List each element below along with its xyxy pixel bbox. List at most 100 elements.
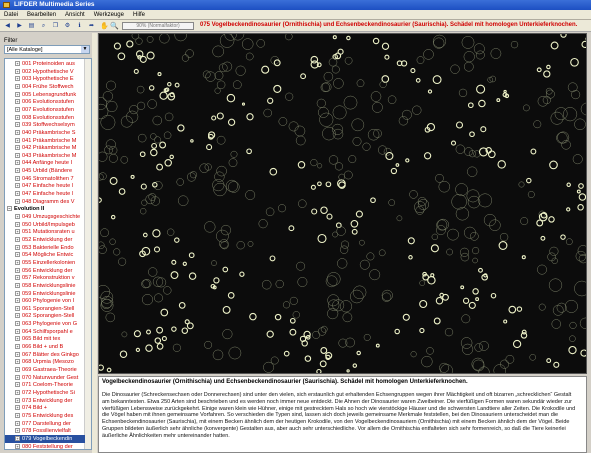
- expand-icon[interactable]: +: [15, 129, 20, 135]
- expand-icon[interactable]: +: [15, 137, 20, 143]
- expand-icon[interactable]: +: [15, 175, 20, 181]
- back-icon[interactable]: ◀: [3, 22, 12, 30]
- expand-icon[interactable]: +: [15, 275, 20, 281]
- tree-item-label: 002 Hypothetische V: [22, 68, 74, 75]
- tree-item-label: 057 Rekonstruktion v: [22, 275, 75, 282]
- tree-item-label: 072 Hypothetische Si: [22, 389, 75, 396]
- expand-icon[interactable]: +: [15, 106, 20, 112]
- expand-icon[interactable]: +: [15, 244, 20, 250]
- menu-werkzeuge[interactable]: Werkzeuge: [94, 10, 124, 19]
- tree-item-label: 052 Entwicklung der: [22, 236, 73, 243]
- copy-icon[interactable]: ❐: [51, 22, 60, 30]
- expand-icon[interactable]: +: [15, 412, 20, 418]
- splitter[interactable]: [92, 33, 97, 453]
- expand-icon[interactable]: +: [15, 443, 20, 449]
- expand-icon[interactable]: +: [15, 397, 20, 403]
- menu-hilfe[interactable]: Hilfe: [133, 10, 145, 19]
- image-title: 075 Vogelbeckendinosaurier (Ornithischia…: [200, 22, 578, 28]
- expand-icon[interactable]: +: [15, 290, 20, 296]
- collapse-icon[interactable]: −: [7, 206, 12, 212]
- expand-icon[interactable]: +: [15, 282, 20, 288]
- description-body: Die Dinosaurier (Schreckensechsen oder D…: [102, 392, 576, 439]
- tree-scrollbar[interactable]: [84, 59, 91, 449]
- menu-bearbeiten[interactable]: Bearbeiten: [27, 10, 56, 19]
- expand-icon[interactable]: +: [15, 267, 20, 273]
- expand-icon[interactable]: +: [15, 198, 20, 204]
- tree-item[interactable]: +080 Feststellung der: [5, 443, 85, 450]
- app-icon: [3, 2, 10, 8]
- expand-icon[interactable]: +: [15, 313, 20, 319]
- expand-icon[interactable]: +: [15, 122, 20, 128]
- expand-icon[interactable]: +: [15, 145, 20, 151]
- tree-item-label: 056 Entwicklung der: [22, 267, 73, 274]
- print-icon[interactable]: ▤: [27, 22, 36, 30]
- expand-icon[interactable]: +: [15, 389, 20, 395]
- expand-icon[interactable]: +: [15, 221, 20, 227]
- expand-icon[interactable]: +: [15, 114, 20, 120]
- tree-item-label: 066 Bild + und B: [22, 344, 64, 351]
- tree-item-label: 080 Feststellung der: [22, 443, 73, 450]
- tree-item-label: 046 Stromatolithen 7: [22, 175, 74, 182]
- expand-icon[interactable]: +: [15, 382, 20, 388]
- tree-item-label: 039 Stoffwechselsym: [22, 122, 75, 129]
- expand-icon[interactable]: +: [15, 428, 20, 434]
- expand-icon[interactable]: +: [15, 61, 20, 67]
- expand-icon[interactable]: +: [15, 298, 20, 304]
- expand-icon[interactable]: +: [15, 183, 20, 189]
- expand-icon[interactable]: +: [15, 420, 20, 426]
- expand-icon[interactable]: +: [15, 374, 20, 380]
- expand-icon[interactable]: +: [15, 214, 20, 220]
- menu-datei[interactable]: Datei: [4, 10, 18, 19]
- expand-icon[interactable]: +: [15, 191, 20, 197]
- expand-icon[interactable]: +: [15, 336, 20, 342]
- expand-icon[interactable]: +: [15, 305, 20, 311]
- image-panel[interactable]: [98, 33, 587, 374]
- expand-icon[interactable]: +: [15, 152, 20, 158]
- expand-icon[interactable]: +: [15, 160, 20, 166]
- filter-select[interactable]: [Alle Kataloge] ▼: [4, 45, 90, 54]
- expand-icon[interactable]: +: [15, 99, 20, 105]
- expand-icon[interactable]: +: [15, 359, 20, 365]
- export-icon[interactable]: ➦: [87, 22, 96, 30]
- expand-icon[interactable]: +: [15, 76, 20, 82]
- tree-item-label: 047 Einfache heute l: [22, 183, 74, 190]
- tree-item-label: 006 Evolutionsstufen: [22, 99, 74, 106]
- tree-item-label: 074 Bild +: [22, 405, 48, 412]
- filter-value: [Alle Kataloge]: [7, 47, 43, 53]
- tree-item-label: 069 Gastraea-Theorie: [22, 367, 77, 373]
- tree-item-label: 001 Proteinoiden aus: [22, 61, 75, 67]
- expand-icon[interactable]: +: [15, 351, 20, 357]
- expand-icon[interactable]: +: [15, 321, 20, 327]
- chevron-down-icon[interactable]: ▼: [81, 46, 89, 53]
- expand-icon[interactable]: +: [15, 83, 20, 89]
- search-icon[interactable]: ⌕: [39, 22, 48, 30]
- expand-icon[interactable]: +: [15, 91, 20, 97]
- tree-item-label: 050 Urbild/Impulsgeb: [22, 221, 75, 228]
- tree-item-label: 004 Frühe Stoffwech: [22, 83, 74, 90]
- tree-item-label: 048 Diagramm des V: [22, 198, 75, 205]
- forward-icon[interactable]: ▶: [15, 22, 24, 30]
- expand-icon[interactable]: +: [15, 236, 20, 242]
- tree-item-label: 059 Entwicklungslinie: [22, 290, 76, 297]
- info-icon[interactable]: ℹ: [75, 22, 84, 30]
- tree-item-label: 061 Sporangien-Stell: [22, 305, 75, 312]
- expand-icon[interactable]: +: [15, 435, 20, 441]
- expand-icon[interactable]: +: [15, 229, 20, 235]
- expand-icon[interactable]: +: [15, 344, 20, 350]
- tree-item-label: 071 Coelom-Theorie: [22, 382, 73, 389]
- expand-icon[interactable]: +: [15, 68, 20, 74]
- tree-item-label: 075 Entwicklung des: [22, 412, 74, 419]
- expand-icon[interactable]: +: [15, 367, 20, 373]
- catalog-tree[interactable]: +001 Proteinoiden aus +002 Hypothetische …: [4, 58, 92, 450]
- hand-tool-icon[interactable]: ✋: [100, 22, 109, 30]
- magnifier-icon[interactable]: 🔍: [110, 22, 119, 30]
- expand-icon[interactable]: +: [15, 328, 20, 334]
- zoom-field[interactable]: 90% (Normalfaktor): [122, 22, 194, 30]
- viewer-header: ✋ 🔍 90% (Normalfaktor) 075 Vogelbeckendi…: [96, 20, 591, 32]
- menu-ansicht[interactable]: Ansicht: [65, 10, 85, 19]
- expand-icon[interactable]: +: [15, 259, 20, 265]
- expand-icon[interactable]: +: [15, 405, 20, 411]
- expand-icon[interactable]: +: [15, 168, 20, 174]
- expand-icon[interactable]: +: [15, 252, 20, 258]
- settings-icon[interactable]: ⚙: [63, 22, 72, 30]
